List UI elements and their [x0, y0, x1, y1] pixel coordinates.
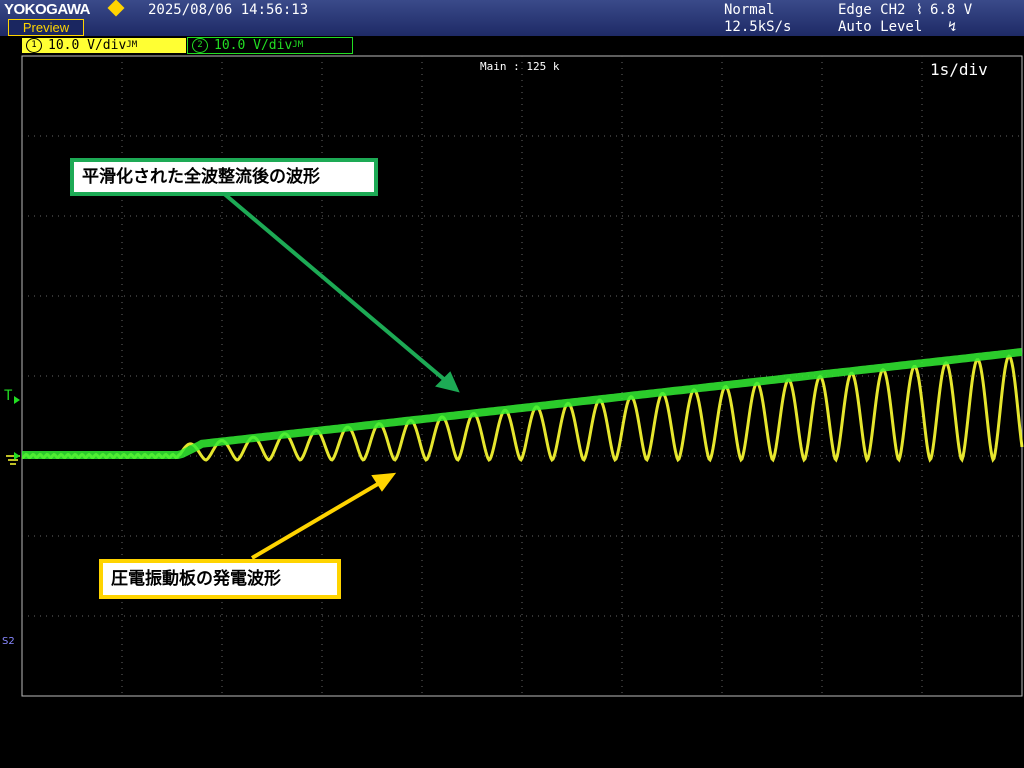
green-arrow-line	[220, 190, 454, 388]
timebase-label[interactable]: 1s/div	[930, 60, 988, 79]
trigger-arrow-icon	[14, 396, 20, 404]
yellow-arrow-line	[250, 476, 390, 560]
yellow-waveform-label: 圧電振動板の発電波形	[99, 559, 341, 599]
waveform-display[interactable]: T	[0, 0, 1024, 768]
trigger-marker: T	[4, 388, 20, 404]
graticule-grid	[22, 56, 1022, 696]
ground-marker	[6, 452, 20, 465]
main-record-label: Main : 125 k	[480, 60, 560, 73]
yellow-arrow-head-icon	[371, 472, 397, 492]
trigger-marker-label: T	[4, 388, 13, 404]
s2-label: S2	[2, 636, 15, 647]
green-waveform-label: 平滑化された全波整流後の波形	[70, 158, 378, 196]
